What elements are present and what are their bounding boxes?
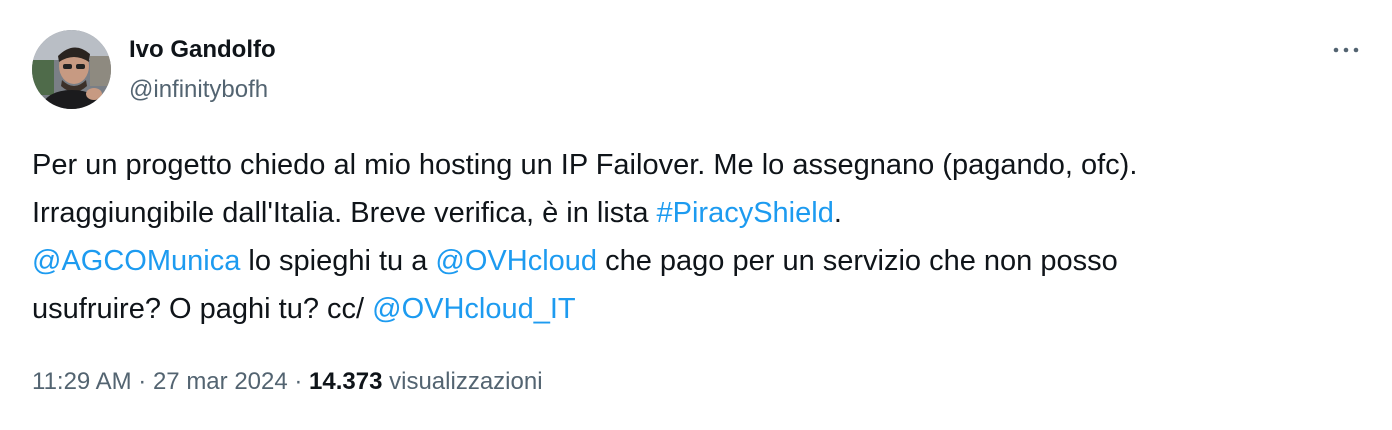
- views-count: 14.373: [309, 368, 383, 395]
- tweet-meta: 11:29 AM · 27 mar 2024 · 14.373 visualiz…: [32, 364, 543, 400]
- text-segment: usufruire? O paghi tu? cc/: [32, 293, 373, 325]
- tweet-text: Per un progetto chiedo al mio hosting un…: [32, 141, 1372, 333]
- text-segment: .: [833, 197, 842, 229]
- avatar-photo: [32, 30, 111, 109]
- tweet-text-line-3: @AGCOMunica lo spieghi tu a @OVHcloud ch…: [32, 237, 1372, 285]
- meta-separator: ·: [131, 368, 153, 395]
- tweet-text-line-4: usufruire? O paghi tu? cc/ @OVHcloud_IT: [32, 285, 1372, 333]
- more-options-button[interactable]: [1328, 36, 1364, 64]
- avatar[interactable]: [32, 30, 111, 109]
- mention-link-ovhcloud[interactable]: @OVHcloud: [435, 245, 597, 277]
- hashtag-link[interactable]: #PiracyShield: [657, 197, 834, 229]
- tweet-card: Ivo Gandolfo @infinitybofh Per un proget…: [0, 0, 1392, 430]
- author-block: Ivo Gandolfo @infinitybofh: [129, 34, 276, 106]
- text-segment: che pago per un servizio che non posso: [597, 245, 1118, 277]
- author-display-name[interactable]: Ivo Gandolfo: [129, 34, 276, 66]
- meta-separator: ·: [287, 368, 310, 395]
- views-label: visualizzazioni: [382, 368, 543, 395]
- tweet-text-line-2: Irraggiungibile dall'Italia. Breve verif…: [32, 189, 1372, 237]
- tweet-date[interactable]: 27 mar 2024: [153, 368, 288, 395]
- text-segment: lo spieghi tu a: [240, 245, 436, 277]
- text-segment: Irraggiungibile dall'Italia. Breve verif…: [32, 197, 657, 229]
- tweet-text-line-1: Per un progetto chiedo al mio hosting un…: [32, 149, 1138, 181]
- mention-link-ovhcloud-it[interactable]: @OVHcloud_IT: [372, 293, 576, 325]
- mention-link-agcomunica[interactable]: @AGCOMunica: [32, 245, 240, 277]
- author-handle[interactable]: @infinitybofh: [129, 74, 276, 106]
- tweet-time[interactable]: 11:29 AM: [32, 368, 132, 395]
- more-dots-icon: [1333, 47, 1359, 53]
